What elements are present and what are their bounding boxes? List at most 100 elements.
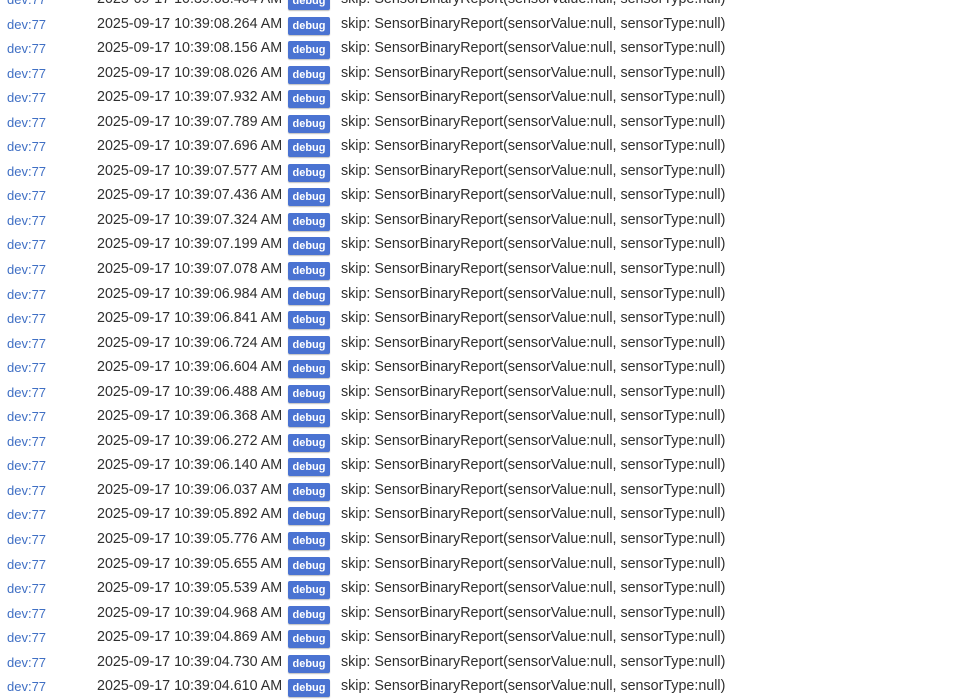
log-message: skip: SensorBinaryReport(sensorValue:nul… <box>341 457 726 474</box>
log-level-badge: debug <box>288 605 330 624</box>
device-link[interactable]: dev:77 <box>7 115 46 130</box>
log-message: skip: SensorBinaryReport(sensorValue:nul… <box>341 653 726 670</box>
log-level-badge: debug <box>288 507 330 526</box>
log-row: dev:77 2025-09-17 10:39:07.577 AM debug ski… <box>0 160 969 185</box>
log-level-badge: debug <box>288 114 330 133</box>
log-message: skip: SensorBinaryReport(sensorValue:nul… <box>341 40 726 57</box>
device-link[interactable]: dev:77 <box>7 0 46 7</box>
device-link[interactable]: dev:77 <box>7 213 46 228</box>
device-link[interactable]: dev:77 <box>7 409 46 424</box>
log-level-badge: debug <box>288 41 330 60</box>
log-timestamp: 2025-09-17 10:39:06.368 AM <box>97 408 283 425</box>
log-level-badge: debug <box>288 188 330 207</box>
log-row: dev:77 2025-09-17 10:39:06.037 AM debug ski… <box>0 479 969 504</box>
log-row: dev:77 2025-09-17 10:39:06.140 AM debug ski… <box>0 454 969 479</box>
log-message: skip: SensorBinaryReport(sensorValue:nul… <box>341 113 726 130</box>
device-link[interactable]: dev:77 <box>7 311 46 326</box>
log-timestamp: 2025-09-17 10:39:06.841 AM <box>97 310 283 327</box>
log-row: dev:77 2025-09-17 10:39:05.776 AM debug ski… <box>0 528 969 553</box>
log-level-badge: debug <box>288 581 330 600</box>
device-link[interactable]: dev:77 <box>7 66 46 81</box>
log-row: dev:77 2025-09-17 10:39:07.789 AM debug ski… <box>0 111 969 136</box>
log-level-badge: debug <box>288 311 330 330</box>
log-level-badge: debug <box>288 384 330 403</box>
log-message: skip: SensorBinaryReport(sensorValue:nul… <box>341 89 726 106</box>
device-link[interactable]: dev:77 <box>7 434 46 449</box>
log-level-badge: debug <box>288 679 330 698</box>
log-message: skip: SensorBinaryReport(sensorValue:nul… <box>341 334 726 351</box>
log-level-badge: debug <box>288 532 330 551</box>
device-link[interactable]: dev:77 <box>7 17 46 32</box>
device-link[interactable]: dev:77 <box>7 164 46 179</box>
device-link[interactable]: dev:77 <box>7 360 46 375</box>
log-timestamp: 2025-09-17 10:39:06.037 AM <box>97 481 283 498</box>
log-message: skip: SensorBinaryReport(sensorValue:nul… <box>341 138 726 155</box>
log-message: skip: SensorBinaryReport(sensorValue:nul… <box>341 261 726 278</box>
log-level-badge: debug <box>288 212 330 231</box>
device-link[interactable]: dev:77 <box>7 287 46 302</box>
log-timestamp: 2025-09-17 10:39:07.696 AM <box>97 138 283 155</box>
device-link[interactable]: dev:77 <box>7 679 46 694</box>
log-row: dev:77 2025-09-17 10:39:04.968 AM debug ski… <box>0 602 969 627</box>
log-timestamp: 2025-09-17 10:39:06.488 AM <box>97 383 283 400</box>
log-row: dev:77 2025-09-17 10:39:04.730 AM debug ski… <box>0 651 969 676</box>
log-message: skip: SensorBinaryReport(sensorValue:nul… <box>341 481 726 498</box>
log-row: dev:77 2025-09-17 10:39:07.436 AM debug ski… <box>0 184 969 209</box>
log-timestamp: 2025-09-17 10:39:05.776 AM <box>97 531 283 548</box>
log-timestamp: 2025-09-17 10:39:05.892 AM <box>97 506 283 523</box>
log-row: dev:77 2025-09-17 10:39:07.932 AM debug ski… <box>0 86 969 111</box>
log-level-badge: debug <box>288 0 330 10</box>
log-level-badge: debug <box>288 65 330 84</box>
log-timestamp: 2025-09-17 10:39:05.655 AM <box>97 555 283 572</box>
log-level-badge: debug <box>288 90 330 109</box>
log-row: dev:77 2025-09-17 10:39:05.539 AM debug ski… <box>0 577 969 602</box>
log-row: dev:77 2025-09-17 10:39:07.078 AM debug ski… <box>0 258 969 283</box>
log-timestamp: 2025-09-17 10:39:05.539 AM <box>97 580 283 597</box>
log-level-badge: debug <box>288 482 330 501</box>
log-message: skip: SensorBinaryReport(sensorValue:nul… <box>341 162 726 179</box>
log-timestamp: 2025-09-17 10:39:06.272 AM <box>97 432 283 449</box>
log-message: skip: SensorBinaryReport(sensorValue:nul… <box>341 432 726 449</box>
device-link[interactable]: dev:77 <box>7 139 46 154</box>
log-row: dev:77 2025-09-17 10:39:07.324 AM debug ski… <box>0 209 969 234</box>
log-row: dev:77 2025-09-17 10:39:06.984 AM debug ski… <box>0 283 969 308</box>
device-link[interactable]: dev:77 <box>7 237 46 252</box>
device-link[interactable]: dev:77 <box>7 188 46 203</box>
device-link[interactable]: dev:77 <box>7 41 46 56</box>
device-link[interactable]: dev:77 <box>7 483 46 498</box>
device-link[interactable]: dev:77 <box>7 507 46 522</box>
log-level-badge: debug <box>288 286 330 305</box>
device-link[interactable]: dev:77 <box>7 655 46 670</box>
log-timestamp: 2025-09-17 10:39:06.724 AM <box>97 334 283 351</box>
log-timestamp: 2025-09-17 10:39:07.324 AM <box>97 211 283 228</box>
device-link[interactable]: dev:77 <box>7 557 46 572</box>
log-message: skip: SensorBinaryReport(sensorValue:nul… <box>341 187 726 204</box>
device-link[interactable]: dev:77 <box>7 262 46 277</box>
device-link[interactable]: dev:77 <box>7 581 46 596</box>
log-message: skip: SensorBinaryReport(sensorValue:nul… <box>341 555 726 572</box>
log-message: skip: SensorBinaryReport(sensorValue:nul… <box>341 15 726 32</box>
log-message: skip: SensorBinaryReport(sensorValue:nul… <box>341 285 726 302</box>
device-link[interactable]: dev:77 <box>7 336 46 351</box>
log-row: dev:77 2025-09-17 10:39:05.892 AM debug ski… <box>0 503 969 528</box>
log-level-badge: debug <box>288 335 330 354</box>
log-message: skip: SensorBinaryReport(sensorValue:nul… <box>341 678 726 695</box>
device-link[interactable]: dev:77 <box>7 532 46 547</box>
log-row: dev:77 2025-09-17 10:39:06.488 AM debug ski… <box>0 381 969 406</box>
log-timestamp: 2025-09-17 10:39:07.577 AM <box>97 162 283 179</box>
log-timestamp: 2025-09-17 10:39:07.078 AM <box>97 261 283 278</box>
log-level-badge: debug <box>288 409 330 428</box>
device-link[interactable]: dev:77 <box>7 458 46 473</box>
log-message: skip: SensorBinaryReport(sensorValue:nul… <box>341 0 725 7</box>
log-timestamp: 2025-09-17 10:39:07.789 AM <box>97 113 283 130</box>
device-link[interactable]: dev:77 <box>7 630 46 645</box>
log-level-badge: debug <box>288 16 330 35</box>
device-link[interactable]: dev:77 <box>7 90 46 105</box>
log-timestamp: 2025-09-17 10:39:04.968 AM <box>97 604 283 621</box>
device-link[interactable]: dev:77 <box>7 606 46 621</box>
log-row: dev:77 2025-09-17 10:39:06.604 AM debug ski… <box>0 356 969 381</box>
device-link[interactable]: dev:77 <box>7 385 46 400</box>
log-row: dev:77 2025-09-17 10:39:08.156 AM debug ski… <box>0 37 969 62</box>
log-timestamp: 2025-09-17 10:39:04.610 AM <box>97 678 283 695</box>
log-timestamp: 2025-09-17 10:39:06.984 AM <box>97 285 283 302</box>
